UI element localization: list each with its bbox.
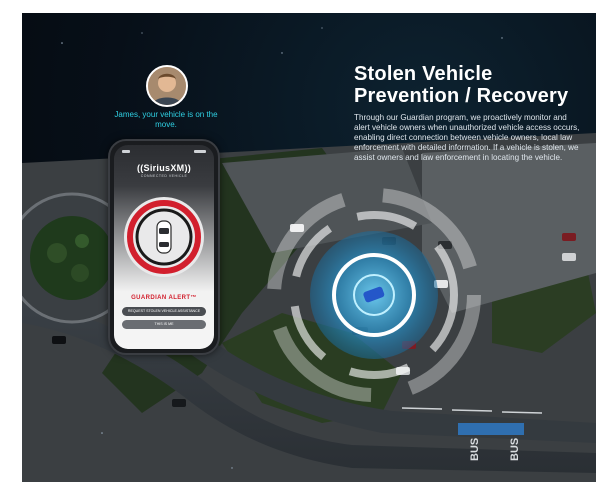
- siriusxm-logo: ((SiriusXM)): [136, 163, 192, 173]
- phone-screen: ((SiriusXM)) CONNECTED VEHICLE GUARDIAN …: [114, 145, 214, 349]
- this-is-me-button[interactable]: THIS IS ME: [122, 320, 206, 329]
- title-line-1: Stolen Vehicle: [354, 63, 493, 85]
- phone-mockup: ((SiriusXM)) CONNECTED VEHICLE GUARDIAN …: [108, 139, 220, 355]
- car-alert-icon: [124, 197, 204, 277]
- guardian-alert-title: GUARDIAN ALERT™: [131, 295, 197, 301]
- roundabout-island: [30, 216, 114, 300]
- status-bar: [122, 150, 206, 153]
- vehicle-moving-message: James, your vehicle is on the move.: [114, 110, 218, 129]
- title-line-2: Prevention / Recovery: [354, 85, 569, 107]
- avatar: [146, 65, 188, 107]
- brand-subtitle: CONNECTED VEHICLE: [140, 174, 188, 178]
- bus-marking-2: BUS: [509, 438, 521, 461]
- description-paragraph: Through our Guardian program, we proacti…: [354, 113, 580, 162]
- page-title: Stolen Vehicle Prevention / Recovery: [354, 63, 589, 107]
- person-portrait-icon: [148, 67, 186, 105]
- request-assistance-button[interactable]: REQUEST STOLEN VEHICLE ASSISTANCE: [122, 307, 206, 316]
- hero-panel: BUS BUS Stolen Vehicle Prevention / Reco…: [22, 13, 596, 482]
- bus-marking-1: BUS: [469, 438, 481, 461]
- bus-lane-sign: [458, 423, 524, 435]
